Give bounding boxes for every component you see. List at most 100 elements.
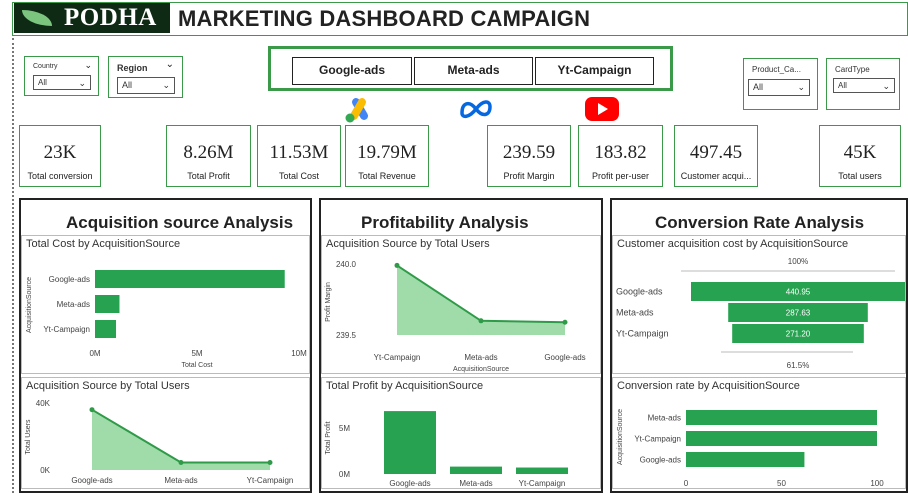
kpi-value: 497.45 <box>689 142 743 163</box>
panel-title: Acquisition source Analysis <box>66 213 294 232</box>
panel-title: Conversion Rate Analysis <box>655 213 865 232</box>
bar <box>686 452 805 467</box>
category-label: Google-ads <box>71 476 112 485</box>
users-area-chart: 0K 40K Google-ads Meta-ads Yt-Campaign Total … <box>25 399 293 485</box>
leaf-icon <box>20 6 60 30</box>
product-category-slicer[interactable]: Product_Ca... All ⌄ <box>743 58 818 110</box>
kpi-value: 11.53M <box>269 142 329 163</box>
kpi-label: Profit per-user <box>591 171 650 181</box>
chart-users-by-source: Acquisition Source by Total Users 0K 40K G… <box>21 377 310 489</box>
tick-label: 5M <box>191 349 202 358</box>
kpi-total-revenue: 19.79M Total Revenue <box>345 125 429 187</box>
google-ads-button[interactable]: Google-ads <box>292 57 412 85</box>
kpi-label: Total users <box>838 171 882 181</box>
chevron-down-icon[interactable]: ⌄ <box>78 78 86 89</box>
chart-title: Acquisition Source by Total Users <box>326 238 490 250</box>
funnel-bottom-label: 61.5% <box>787 361 810 370</box>
kpi-label: Total conversion <box>27 171 93 181</box>
region-slicer[interactable]: Region ⌄ All ⌄ <box>108 56 183 98</box>
data-point <box>562 319 568 325</box>
category-label: Google-ads <box>49 275 90 284</box>
card-type-slicer[interactable]: CardType All ⌄ <box>826 58 900 110</box>
country-slicer-label: Country <box>33 63 58 70</box>
chart-title: Acquisition Source by Total Users <box>26 380 190 392</box>
tick-label: 240.0 <box>336 260 357 269</box>
page-divider <box>12 38 14 493</box>
data-label: 271.20 <box>786 330 811 339</box>
category-label: Meta-ads <box>648 414 681 423</box>
tick-label: 100 <box>870 479 884 488</box>
margin-area-chart: 239.5 240.0 Yt-Campaign Meta-ads Google-ads A… <box>325 260 586 373</box>
source-button-group: Google-ads Meta-ads Yt-Campaign <box>268 46 673 91</box>
category-label: Yt-Campaign <box>43 325 90 334</box>
cac-funnel-chart: 100% Google-ads 440.95 Meta-ads 287.63 Yt-Cam… <box>616 257 905 370</box>
logo-text: PODHA <box>64 4 157 31</box>
country-value: All <box>38 78 47 87</box>
category-label: Meta-ads <box>616 308 654 318</box>
bar <box>450 466 502 474</box>
data-label: 440.95 <box>786 288 811 297</box>
category-label: Yt-Campaign <box>519 479 566 488</box>
category-label: Meta-ads <box>57 300 90 309</box>
panel-title: Profitability Analysis <box>361 213 529 232</box>
chart-title: Total Profit by AcquisitionSource <box>326 380 484 392</box>
y-axis-title: AcquisitionSource <box>26 277 33 333</box>
google-ads-icon <box>345 98 368 123</box>
area-fill <box>397 265 565 335</box>
bar <box>516 467 568 474</box>
tick-label: 239.5 <box>336 331 357 340</box>
category-label: Yt-Campaign <box>616 329 669 339</box>
product-category-label: Product_Ca... <box>752 65 801 74</box>
yt-campaign-button[interactable]: Yt-Campaign <box>535 57 654 85</box>
card-type-label: CardType <box>835 65 870 74</box>
chart-profit-by-source: Total Profit by AcquisitionSource Google… <box>321 377 601 489</box>
kpi-customer-acquisition: 497.45 Customer acqui... <box>674 125 758 187</box>
cost-bar-chart: Google-ads Meta-ads Yt-Campaign 0M 5M 10M Tota… <box>26 270 307 369</box>
tick-label: 5M <box>339 424 350 433</box>
kpi-total-profit: 8.26M Total Profit <box>166 125 251 187</box>
kpi-total-cost: 11.53M Total Cost <box>257 125 341 187</box>
kpi-label: Total Revenue <box>358 171 416 181</box>
y-axis-title: AcquisitionSource <box>617 409 624 465</box>
category-label: Meta-ads <box>164 476 197 485</box>
category-label: Google-ads <box>544 353 585 362</box>
chevron-down-icon[interactable]: ⌄ <box>84 60 92 71</box>
kpi-value: 23K <box>43 142 77 163</box>
chevron-down-icon[interactable]: ⌄ <box>162 80 170 91</box>
podha-logo: PODHA <box>14 3 170 33</box>
bar <box>95 270 285 288</box>
country-slicer[interactable]: Country ⌄ All ⌄ <box>24 56 99 96</box>
chevron-down-icon[interactable]: ⌄ <box>882 81 890 92</box>
data-label: 287.63 <box>786 309 811 318</box>
product-category-value: All <box>753 82 764 92</box>
kpi-value: 19.79M <box>357 142 417 163</box>
data-point <box>89 407 95 413</box>
kpi-value: 239.59 <box>502 142 556 163</box>
meta-icon <box>460 100 492 119</box>
bar <box>384 411 436 474</box>
data-point <box>267 459 273 465</box>
chevron-down-icon[interactable]: ⌄ <box>166 59 174 70</box>
kpi-profit-per-user: 183.82 Profit per-user <box>578 125 663 187</box>
kpi-label: Customer acqui... <box>680 171 752 181</box>
region-dropdown[interactable]: All ⌄ <box>117 77 175 94</box>
card-type-dropdown[interactable]: All ⌄ <box>833 78 895 93</box>
chart-conversion-rate: Conversion rate by AcquisitionSource Met… <box>612 377 906 489</box>
product-category-dropdown[interactable]: All ⌄ <box>748 79 810 96</box>
chart-cost-by-source: Total Cost by AcquisitionSource Google-a… <box>21 235 310 374</box>
card-type-value: All <box>838 81 847 90</box>
meta-ads-button[interactable]: Meta-ads <box>414 57 533 85</box>
bar <box>95 295 120 313</box>
category-label: Google-ads <box>389 479 430 488</box>
conversion-bar-chart: Meta-ads Yt-Campaign Google-ads 0 50 100 Acqui… <box>617 409 884 488</box>
kpi-value: 45K <box>843 142 877 163</box>
tick-label: 0K <box>40 466 50 475</box>
x-axis-title: AcquisitionSource <box>453 366 509 373</box>
chevron-down-icon[interactable]: ⌄ <box>797 82 805 93</box>
country-dropdown[interactable]: All ⌄ <box>33 75 91 90</box>
y-axis-title: Total Users <box>25 419 32 455</box>
y-axis-title: Profit Margin <box>325 282 332 322</box>
kpi-value: 183.82 <box>594 142 647 163</box>
bar <box>95 320 117 338</box>
kpi-value: 8.26M <box>183 142 234 163</box>
